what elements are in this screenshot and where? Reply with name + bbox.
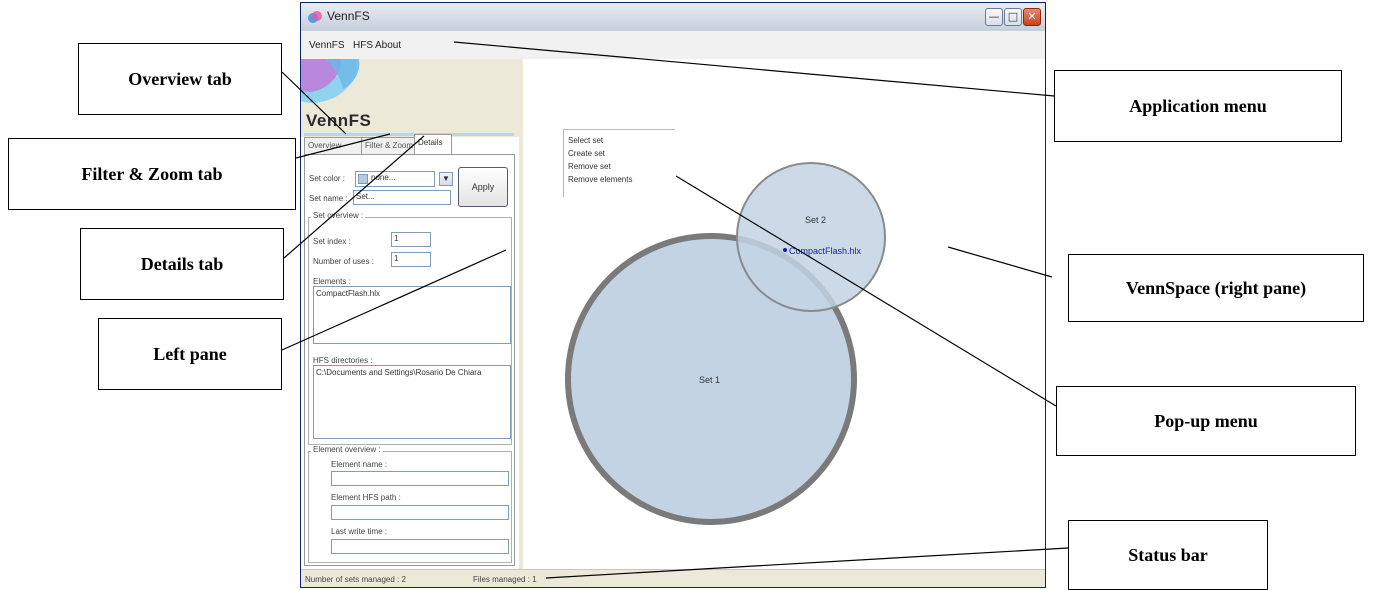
leader-popup-menu (675, 175, 1057, 407)
leader-application-menu (453, 41, 1055, 97)
leader-filter-zoom-tab (295, 133, 391, 159)
callout-application-menu: Application menu (1054, 70, 1342, 142)
leader-details-tab (283, 135, 425, 259)
callout-left-pane: Left pane (98, 318, 282, 390)
callout-overview-tab: Overview tab (78, 43, 282, 115)
callout-details-tab: Details tab (80, 228, 284, 300)
leader-left-pane (281, 249, 507, 351)
leader-status-bar (545, 547, 1069, 579)
callout-vennspace: VennSpace (right pane) (1068, 254, 1364, 322)
leader-overview-tab (281, 71, 347, 135)
leader-vennspace (947, 246, 1053, 278)
callout-popup-menu: Pop-up menu (1056, 386, 1356, 456)
callout-filter-zoom-tab: Filter & Zoom tab (8, 138, 296, 210)
callout-status-bar: Status bar (1068, 520, 1268, 590)
